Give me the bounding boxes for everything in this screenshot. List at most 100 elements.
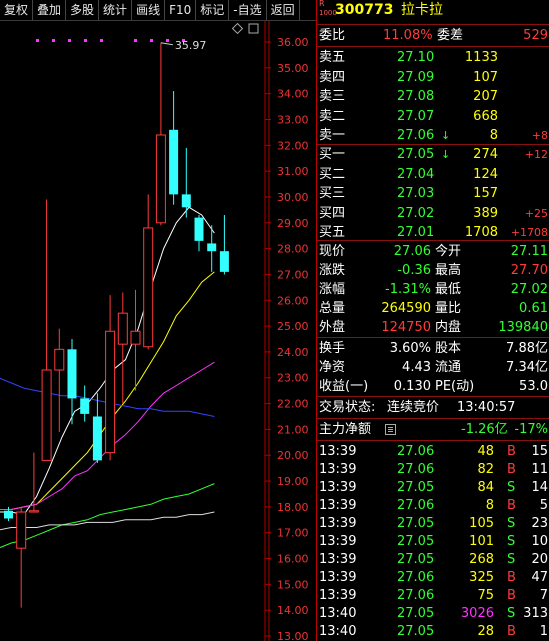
candle-body	[155, 134, 166, 224]
tick-row: 13:39 27.06 75 B 7	[317, 587, 549, 605]
tick-count: 15	[531, 444, 548, 459]
toolbar-button[interactable]: -自选	[229, 0, 267, 20]
tick-volume: 3026	[460, 606, 494, 621]
candle-body	[117, 312, 128, 345]
tick-side: S	[507, 516, 516, 531]
weicha-value: 529	[523, 28, 548, 43]
stat-label: 涨幅	[319, 282, 346, 297]
fundamental-value: 7.88亿	[506, 341, 548, 356]
stat-label: 内盘	[435, 320, 462, 335]
y-tick-label: 30.00	[277, 191, 309, 204]
level-volume: 1133	[464, 50, 498, 65]
tick-price: 27.06	[397, 498, 435, 513]
order-level: 买二 27.04 124	[317, 166, 549, 184]
toolbar-button[interactable]: 复权	[0, 0, 34, 20]
fundamental-label: 收益(一)	[319, 379, 369, 394]
y-tick-label: 14.00	[277, 604, 309, 617]
stat-label: 现价	[319, 244, 346, 259]
y-tick-label: 36.00	[277, 36, 309, 49]
divider	[317, 144, 549, 145]
tick-row: 13:40 27.05 28 B 1	[317, 623, 549, 641]
toolbar-button[interactable]: 多股	[66, 0, 100, 20]
stat-value: 27.06	[393, 244, 431, 259]
down-arrow-icon: ↓	[441, 129, 451, 142]
tick-time: 13:40	[319, 606, 357, 621]
level-volume: 389	[473, 205, 498, 221]
tick-time: 13:39	[319, 588, 357, 603]
tick-count: 47	[531, 570, 548, 585]
chart-svg[interactable]: 36.00 35.00 34.00 33.00 32.00 31.00 30.00 29.00…	[0, 21, 316, 641]
y-tick-label: 21.00	[277, 423, 309, 436]
stat-label: 最高	[435, 263, 462, 278]
y-tick-label: 32.00	[277, 139, 309, 152]
order-level: 买一 27.05 ↓ 274 +12	[317, 146, 549, 164]
toolbar-button[interactable]: 叠加	[33, 0, 67, 20]
y-tick-label: 26.00	[277, 294, 309, 307]
level-label: 买三	[319, 186, 346, 201]
level-price: 27.05	[397, 147, 435, 162]
y-tick-label: 13.00	[277, 630, 309, 641]
tick-time: 13:39	[319, 462, 357, 477]
order-level: 卖三 27.08 207	[317, 88, 549, 106]
toolbar-button[interactable]: F10	[165, 0, 197, 20]
y-tick-label: 33.00	[277, 113, 309, 126]
main-flow-label: 主力净额	[319, 422, 372, 437]
candle-body	[105, 330, 116, 454]
candle-body	[181, 194, 191, 208]
weicha-label: 委差	[437, 28, 464, 43]
trade-status-label: 交易状态:	[319, 400, 376, 415]
candle-body	[54, 348, 65, 371]
tick-volume: 48	[477, 444, 494, 459]
fundamental-label: 股本	[435, 341, 462, 356]
main-flow-row[interactable]: 主力净额 -1.26亿 -17%	[317, 421, 549, 439]
divider	[317, 46, 549, 47]
order-level: 买四 27.02 389 +25	[317, 205, 549, 223]
divider	[317, 24, 549, 25]
divider	[317, 418, 549, 419]
fundamental-value: 7.34亿	[506, 360, 548, 375]
divider	[317, 440, 549, 441]
marker-dot	[134, 39, 137, 42]
tick-volume: 82	[477, 462, 494, 477]
toolbar-button[interactable]: 返回	[267, 0, 300, 20]
weibi-row: 委比 11.08% 委差 529	[317, 27, 549, 45]
tick-volume: 28	[477, 624, 494, 639]
tick-side: B	[507, 570, 516, 585]
candle-body	[130, 330, 141, 345]
fundamental-row: 收益(一) 0.130 PE(动) 53.0	[317, 378, 549, 396]
tick-row: 13:39 27.06 82 B 11	[317, 461, 549, 479]
tick-price: 27.06	[397, 570, 435, 585]
tick-count: 23	[531, 516, 548, 531]
main-flow-ratio: -17%	[514, 422, 548, 437]
candle-body	[41, 369, 52, 461]
divider	[317, 337, 549, 338]
tick-time: 13:39	[319, 516, 357, 531]
fundamental-value: 53.0	[519, 379, 548, 394]
fundamental-label: PE(动)	[435, 379, 475, 394]
level-price: 27.07	[397, 108, 435, 124]
candle-body	[28, 510, 39, 513]
marker-dot	[84, 39, 87, 42]
toolbar-button[interactable]: 标记	[196, 0, 230, 20]
candle-body	[143, 227, 154, 348]
level-volume: 668	[473, 108, 498, 124]
level-change: +12	[524, 148, 548, 161]
tick-side: B	[507, 444, 516, 459]
fundamental-value: 4.43	[402, 360, 431, 375]
trade-status-row: 交易状态: 连续竞价 13:40:57	[317, 399, 549, 417]
candle-body	[80, 398, 90, 414]
level-label: 卖四	[319, 69, 346, 85]
candlestick-chart[interactable]: 36.00 35.00 34.00 33.00 32.00 31.00 30.00 29.00…	[0, 21, 316, 641]
list-icon[interactable]	[385, 424, 396, 435]
toolbar-button[interactable]: 统计	[99, 0, 133, 20]
toolbar-button[interactable]: 画线	[132, 0, 166, 20]
tick-row: 13:39 27.05 105 S 23	[317, 515, 549, 533]
fundamental-row: 换手 3.60% 股本 7.88亿	[317, 340, 549, 358]
tick-price: 27.05	[397, 606, 435, 621]
stat-label: 今开	[435, 244, 462, 259]
level-label: 买四	[319, 205, 346, 221]
y-tick-label: 17.00	[277, 527, 309, 540]
y-tick-label: 22.00	[277, 398, 309, 411]
tick-time: 13:39	[319, 480, 357, 495]
tick-row: 13:39 27.06 325 B 47	[317, 569, 549, 587]
